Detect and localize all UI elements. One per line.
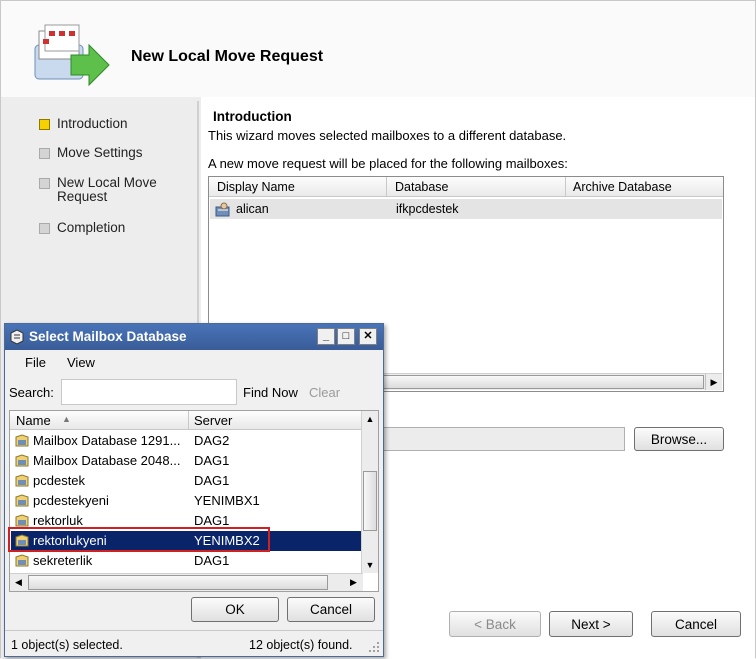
cell-name: rektorluk (33, 513, 83, 528)
cell-display-name: alican (236, 202, 269, 216)
mailbox-move-icon (34, 24, 110, 87)
database-icon (15, 474, 29, 487)
select-mailbox-database-dialog: Select Mailbox Database _ □ ✕ File View … (4, 323, 384, 657)
step-marker-icon (39, 223, 50, 234)
list-item[interactable]: alican ifkpcdestek (210, 199, 722, 219)
list-item[interactable]: pcdestekyeni YENIMBX1 (11, 491, 363, 511)
scrollbar-thumb[interactable] (363, 471, 377, 531)
user-mailbox-icon (215, 202, 230, 217)
maximize-button[interactable]: □ (337, 328, 355, 345)
selection-count: 1 object(s) selected. (11, 638, 123, 652)
wizard-banner: New Local Move Request (1, 1, 755, 97)
ok-button[interactable]: OK (191, 597, 279, 622)
cell-server: YENIMBX1 (194, 493, 260, 508)
step-active-marker-icon (39, 119, 50, 130)
database-list-header: Name ▲ Server (10, 411, 363, 430)
status-bar: 1 object(s) selected. 12 object(s) found… (5, 630, 383, 656)
list-item[interactable]: Mailbox Database 2048... DAG1 (11, 451, 363, 471)
search-label: Search: (9, 385, 54, 400)
clear-button[interactable]: Clear (309, 385, 340, 400)
section-description: This wizard moves selected mailboxes to … (208, 128, 567, 143)
database-icon (15, 434, 29, 447)
cancel-button[interactable]: Cancel (651, 611, 741, 637)
database-icon (15, 514, 29, 527)
step-label-line2: Request (57, 189, 108, 204)
scroll-right-arrow-icon[interactable]: ▶ (705, 374, 722, 390)
scroll-left-arrow-icon[interactable]: ◀ (10, 574, 27, 591)
database-list[interactable]: Name ▲ Server Mailbox Database 1291... D… (9, 410, 379, 592)
step-label: Move Settings (57, 145, 143, 160)
column-name[interactable]: Name (16, 413, 51, 428)
scrollbar-thumb[interactable] (380, 375, 704, 389)
cell-server: DAG2 (194, 433, 230, 448)
step-marker-icon (39, 178, 50, 189)
vertical-scrollbar[interactable]: ▲ ▼ (361, 411, 378, 573)
scroll-down-arrow-icon[interactable]: ▼ (362, 557, 378, 573)
search-input[interactable] (61, 379, 237, 405)
list-item[interactable]: Mailbox Database 1291... DAG2 (11, 431, 363, 451)
close-button[interactable]: ✕ (359, 328, 377, 345)
cell-name: pcdestekyeni (33, 493, 109, 508)
dialog-cancel-button[interactable]: Cancel (287, 597, 375, 622)
cell-name: Mailbox Database 2048... (33, 453, 181, 468)
selection-highlight-outline (8, 527, 270, 552)
list-item[interactable]: sekreterlik DAG1 (11, 551, 363, 571)
menu-bar: File View (5, 350, 383, 374)
target-database-field[interactable] (361, 427, 625, 451)
step-label: New Local Move Request (57, 176, 157, 204)
horizontal-scrollbar[interactable]: ◀ ▶ (10, 573, 363, 591)
scrollbar-thumb[interactable] (28, 575, 328, 590)
list-item[interactable]: pcdestek DAG1 (11, 471, 363, 491)
browse-button[interactable]: Browse... (634, 427, 724, 451)
find-now-button[interactable]: Find Now (243, 385, 298, 400)
step-marker-icon (39, 148, 50, 159)
scroll-up-arrow-icon[interactable]: ▲ (362, 411, 378, 427)
database-icon (15, 494, 29, 507)
column-database[interactable]: Database (395, 180, 449, 194)
step-label-line1: New Local Move (57, 175, 157, 190)
step-label: Completion (57, 220, 126, 235)
cell-name: pcdestek (33, 473, 86, 488)
pane-divider (197, 101, 199, 341)
column-separator (188, 411, 189, 430)
database-icon (15, 454, 29, 467)
column-archive-database[interactable]: Archive Database (573, 180, 672, 194)
mailbox-list-header: Display Name Database Archive Database (209, 177, 723, 197)
exchange-app-icon (10, 329, 24, 345)
minimize-button[interactable]: _ (317, 328, 335, 345)
database-icon (15, 554, 29, 567)
next-button[interactable]: Next > (549, 611, 633, 637)
cell-server: DAG1 (194, 453, 230, 468)
dialog-title: Select Mailbox Database (29, 329, 187, 344)
resize-grip-icon[interactable] (368, 641, 380, 653)
found-count: 12 object(s) found. (249, 638, 353, 652)
step-label: Introduction (57, 116, 128, 131)
menu-file[interactable]: File (25, 355, 46, 370)
scroll-right-arrow-icon[interactable]: ▶ (345, 574, 362, 591)
section-title: Introduction (213, 109, 292, 124)
cell-server: DAG1 (194, 473, 230, 488)
cell-server: DAG1 (194, 513, 230, 528)
cell-name: sekreterlik (33, 553, 93, 568)
cell-server: DAG1 (194, 553, 230, 568)
column-display-name[interactable]: Display Name (217, 180, 295, 194)
wizard-title: New Local Move Request (131, 48, 324, 65)
dialog-titlebar[interactable]: Select Mailbox Database _ □ ✕ (5, 324, 383, 350)
back-button[interactable]: < Back (449, 611, 541, 637)
sort-ascending-icon: ▲ (62, 414, 71, 424)
cell-name: Mailbox Database 1291... (33, 433, 181, 448)
column-separator (565, 177, 566, 197)
column-server[interactable]: Server (194, 413, 232, 428)
column-separator (386, 177, 387, 197)
cell-database: ifkpcdestek (396, 202, 459, 216)
menu-view[interactable]: View (67, 355, 95, 370)
list-caption: A new move request will be placed for th… (208, 156, 568, 171)
